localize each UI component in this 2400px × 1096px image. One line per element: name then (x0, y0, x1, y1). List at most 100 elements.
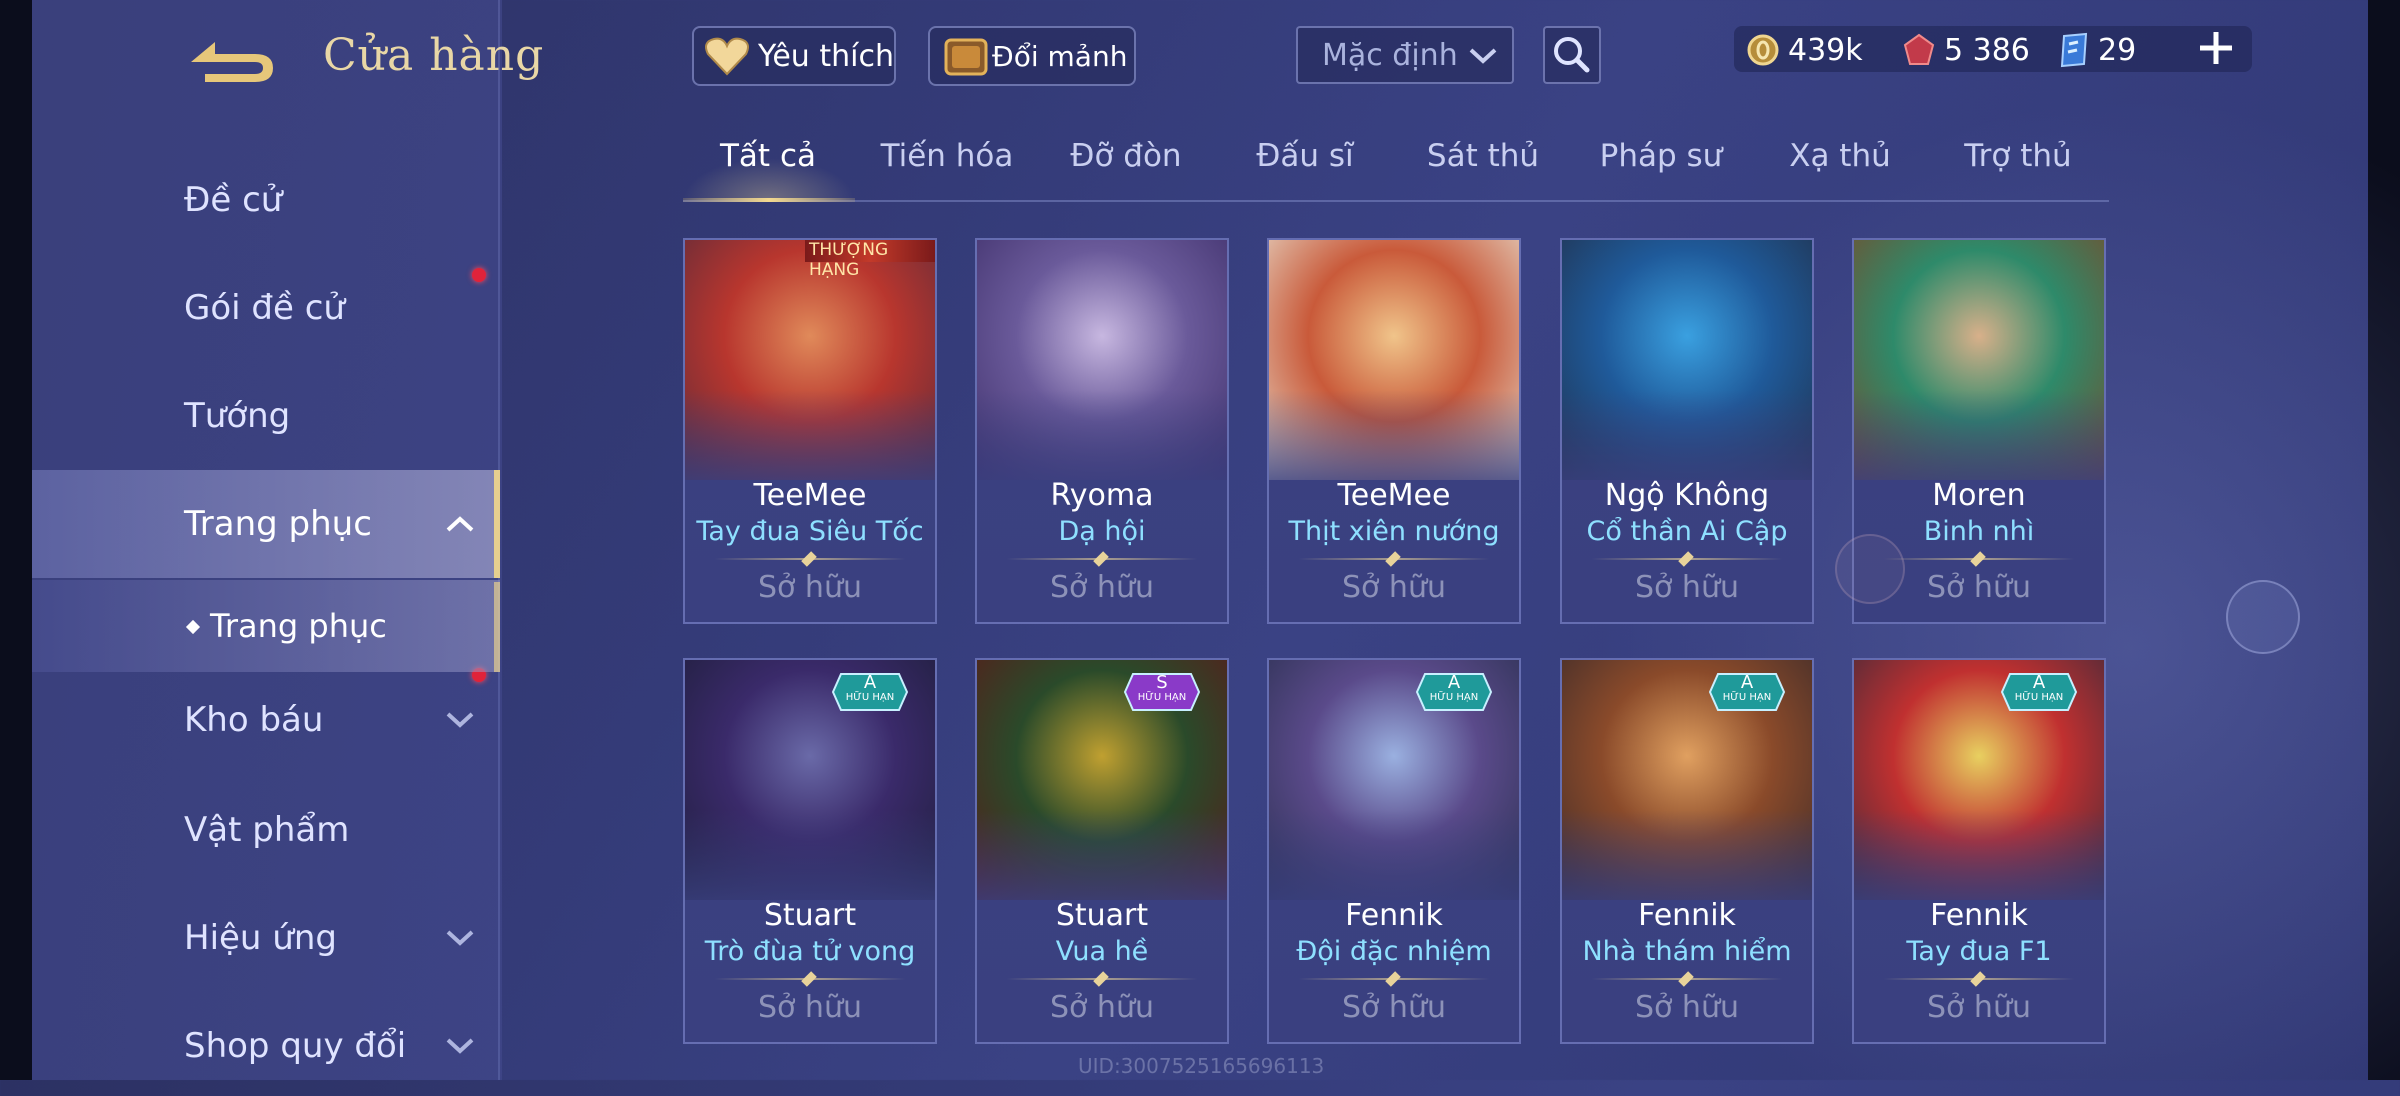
favorites-button[interactable]: Yêu thích (692, 26, 896, 86)
tabs-underline (683, 200, 2109, 202)
premium-badge-label: THƯỢNG HẠNG (809, 240, 889, 280)
skin-card[interactable]: A HỮU HẠN Fennik Tay đua F1 Sở hữu (1852, 658, 2106, 1044)
divider-gem-icon (1385, 971, 1401, 987)
floating-assistant-button[interactable] (2226, 580, 2300, 654)
favorites-label: Yêu thích (758, 38, 894, 74)
chevron-up-icon (446, 516, 474, 532)
skin-name: Cổ thần Ai Cập (1586, 516, 1788, 547)
sidebar-subitem-trang-phuc[interactable]: Trang phục (32, 580, 500, 672)
chevron-down-icon (446, 1038, 474, 1054)
back-arrow-icon (191, 42, 273, 82)
owned-status: Sở hữu (1927, 990, 2031, 1025)
divider-gem-icon (1970, 971, 1986, 987)
screen-edge-left (0, 0, 32, 1080)
topup-plus-button[interactable] (2196, 28, 2236, 68)
sidebar-item-label: Đề cử (184, 180, 283, 220)
notification-dot (472, 268, 486, 282)
plus-icon (2200, 32, 2232, 64)
tier-subtitle: HỮU HẠN (1429, 692, 1479, 703)
ruby-icon (1903, 33, 1935, 65)
heart-icon (705, 37, 749, 76)
sidebar-item-vật-phẩm[interactable]: Vật phẩm (32, 780, 500, 880)
sidebar-item-label: Vật phẩm (184, 810, 350, 850)
owned-status: Sở hữu (758, 570, 862, 605)
fragment-chest-icon (944, 38, 988, 76)
sidebar-item-kho-báu[interactable]: Kho báu (32, 668, 500, 770)
sidebar-item-gói-đề-cử[interactable]: Gói đề cử (32, 258, 500, 358)
divider-gem-icon (801, 551, 817, 567)
skin-card[interactable]: TeeMee Thịt xiên nướng Sở hữu (1267, 238, 1521, 624)
hero-name: Ryoma (1050, 478, 1154, 513)
search-button[interactable] (1543, 26, 1601, 84)
skin-card[interactable]: Ngộ Không Cổ thần Ai Cập Sở hữu (1560, 238, 1814, 624)
currency-gold: 439k (1746, 28, 1863, 72)
tier-subtitle: HỮU HẠN (2014, 692, 2064, 703)
skin-card[interactable]: S HỮU HẠN Stuart Vua hề Sở hữu (975, 658, 1229, 1044)
uid-watermark: UID:3007525165696113 (1078, 1054, 1325, 1078)
tab-đỡ-đòn[interactable]: Đỡ đòn (1036, 138, 1216, 198)
owned-status: Sở hữu (1342, 570, 1446, 605)
hero-name: Stuart (763, 898, 857, 933)
tab-sát-thủ[interactable]: Sát thủ (1393, 138, 1573, 198)
hero-name: TeeMee (753, 478, 867, 513)
owned-status: Sở hữu (1050, 570, 1154, 605)
sidebar-item-label: Hiệu ứng (184, 918, 337, 958)
sidebar-item-label: Kho báu (184, 700, 324, 740)
owned-status: Sở hữu (1050, 990, 1154, 1025)
ruby-value: 5 386 (1944, 32, 2030, 68)
skin-name: Đội đặc nhiệm (1296, 936, 1492, 967)
skin-card[interactable]: A HỮU HẠN Fennik Đội đặc nhiệm Sở hữu (1267, 658, 1521, 1044)
gold-coin-icon (1747, 34, 1779, 66)
sidebar-item-label: Trang phục (184, 504, 372, 544)
tier-subtitle: HỮU HẠN (1722, 692, 1772, 703)
decorative-orb (1835, 534, 1905, 604)
currency-voucher: 29 (2058, 28, 2136, 72)
divider-gem-icon (1385, 551, 1401, 567)
hero-name: Fennik (1345, 898, 1443, 933)
tab-xạ-thủ[interactable]: Xạ thủ (1750, 138, 1930, 198)
search-icon (1554, 37, 1590, 73)
owned-status: Sở hữu (1635, 990, 1739, 1025)
sort-dropdown[interactable]: Mặc định (1296, 26, 1514, 84)
sidebar-item-tướng[interactable]: Tướng (32, 366, 500, 466)
chevron-down-icon (446, 930, 474, 946)
sidebar-item-shop-quy-đổi[interactable]: Shop quy đổi (32, 996, 500, 1096)
tab-tất-cả[interactable]: Tất cả (678, 138, 858, 198)
tab-pháp-sư[interactable]: Pháp sư (1571, 138, 1751, 198)
sidebar-item-hiệu-ứng[interactable]: Hiệu ứng (32, 888, 500, 988)
skin-card[interactable]: A HỮU HẠN Fennik Nhà thám hiểm Sở hữu (1560, 658, 1814, 1044)
tab-đấu-sĩ[interactable]: Đấu sĩ (1215, 138, 1395, 198)
divider-gem-icon (1970, 551, 1986, 567)
skin-card[interactable]: A HỮU HẠN Stuart Trò đùa tử vong Sở hữu (683, 658, 937, 1044)
owned-status: Sở hữu (1342, 990, 1446, 1025)
sidebar-item-đề-cử[interactable]: Đề cử (32, 150, 500, 250)
hero-name: Stuart (1055, 898, 1149, 933)
back-button[interactable] (185, 32, 281, 88)
voucher-value: 29 (2098, 32, 2137, 68)
chevron-down-icon (446, 712, 474, 728)
skin-name: Nhà thám hiểm (1582, 936, 1792, 967)
hero-name: Fennik (1930, 898, 2028, 933)
page-title: Cửa hàng (323, 30, 545, 81)
exchange-label: Đổi mảnh (992, 39, 1128, 73)
active-subindicator (494, 582, 500, 672)
tier-letter: A (1447, 672, 1461, 693)
skin-card[interactable]: THƯỢNG HẠNG TeeMee Tay đua Siêu Tốc Sở hữu (683, 238, 937, 624)
sidebar-item-label: Shop quy đổi (184, 1026, 407, 1066)
skin-name: Tay đua Siêu Tốc (696, 516, 924, 547)
tab-active-line (683, 198, 855, 202)
tab-trợ-thủ[interactable]: Trợ thủ (1928, 138, 2108, 198)
tier-letter: A (863, 672, 877, 693)
owned-status: Sở hữu (1635, 570, 1739, 605)
sidebar-item-trang-phục[interactable]: Trang phục (32, 470, 500, 578)
diamond-bullet-icon (185, 619, 201, 635)
divider-gem-icon (1678, 551, 1694, 567)
tier-badge: A HỮU HẠN (1415, 670, 1493, 714)
tier-subtitle: HỮU HẠN (1137, 692, 1187, 703)
exchange-fragments-button[interactable]: Đổi mảnh (928, 26, 1136, 86)
divider-gem-icon (1093, 551, 1109, 567)
skin-name: Dạ hội (1058, 516, 1146, 547)
category-tabs: Tất cả Tiến hóa Đỡ đòn Đấu sĩ Sát thủ Pháp sư… (683, 138, 2109, 204)
skin-card[interactable]: Ryoma Dạ hội Sở hữu (975, 238, 1229, 624)
tab-tiến-hóa[interactable]: Tiến hóa (857, 138, 1037, 198)
